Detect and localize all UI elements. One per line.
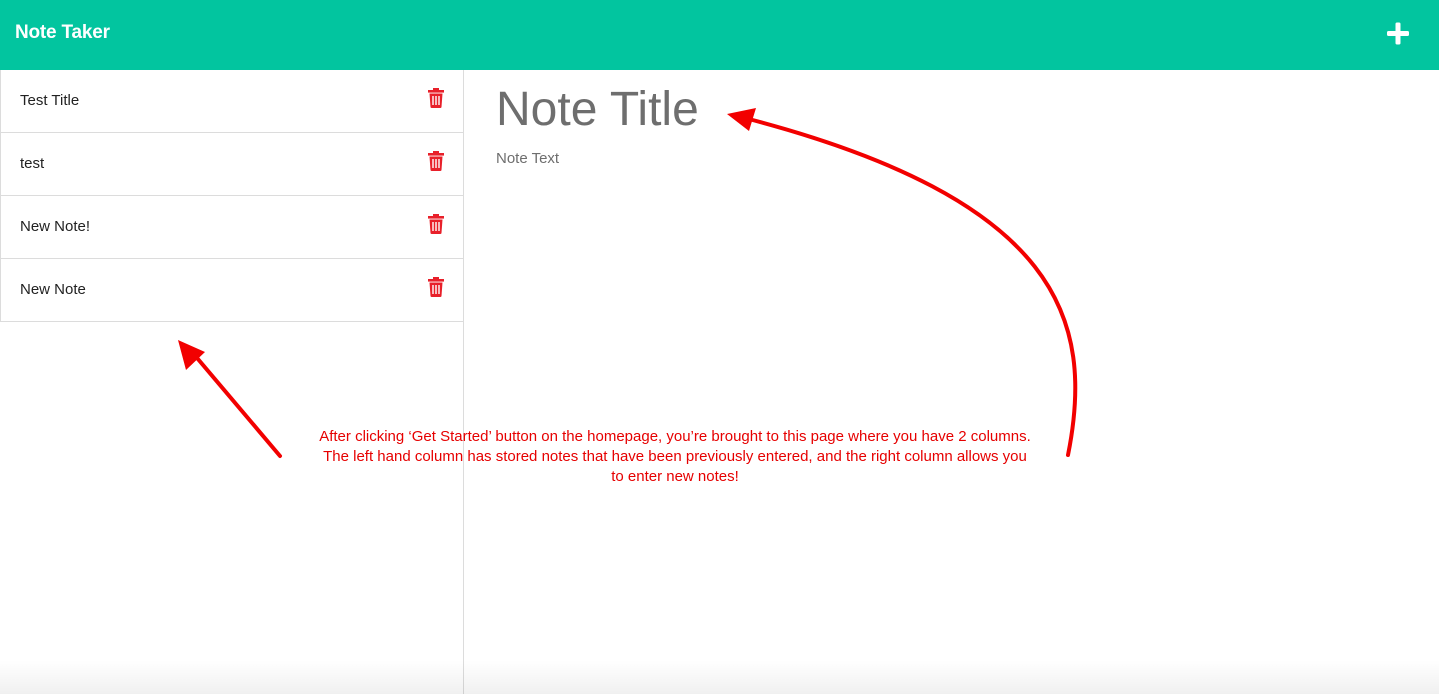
navbar: Note Taker — [0, 0, 1439, 70]
note-title-input[interactable] — [496, 82, 1196, 137]
note-list-item[interactable]: Test Title — [0, 70, 463, 133]
note-list-item[interactable]: New Note — [0, 259, 463, 322]
note-list-item[interactable]: New Note! — [0, 196, 463, 259]
brand-title[interactable]: Note Taker — [15, 22, 110, 44]
trash-icon[interactable] — [428, 88, 444, 108]
add-note-button[interactable] — [1380, 16, 1416, 52]
note-list-item[interactable]: test — [0, 133, 463, 196]
note-text-input[interactable] — [496, 150, 1396, 650]
note-list-item-title: test — [20, 155, 45, 172]
trash-icon[interactable] — [428, 214, 444, 234]
notes-sidebar: Test Title test New Note! New Note — [0, 70, 464, 694]
note-list-item-title: New Note — [20, 281, 86, 298]
trash-icon[interactable] — [428, 277, 444, 297]
trash-icon[interactable] — [428, 151, 444, 171]
note-list-item-title: New Note! — [20, 218, 91, 235]
note-list: Test Title test New Note! New Note — [0, 70, 463, 322]
note-list-item-title: Test Title — [20, 92, 80, 109]
note-editor — [464, 70, 1439, 694]
plus-icon — [1387, 22, 1409, 45]
